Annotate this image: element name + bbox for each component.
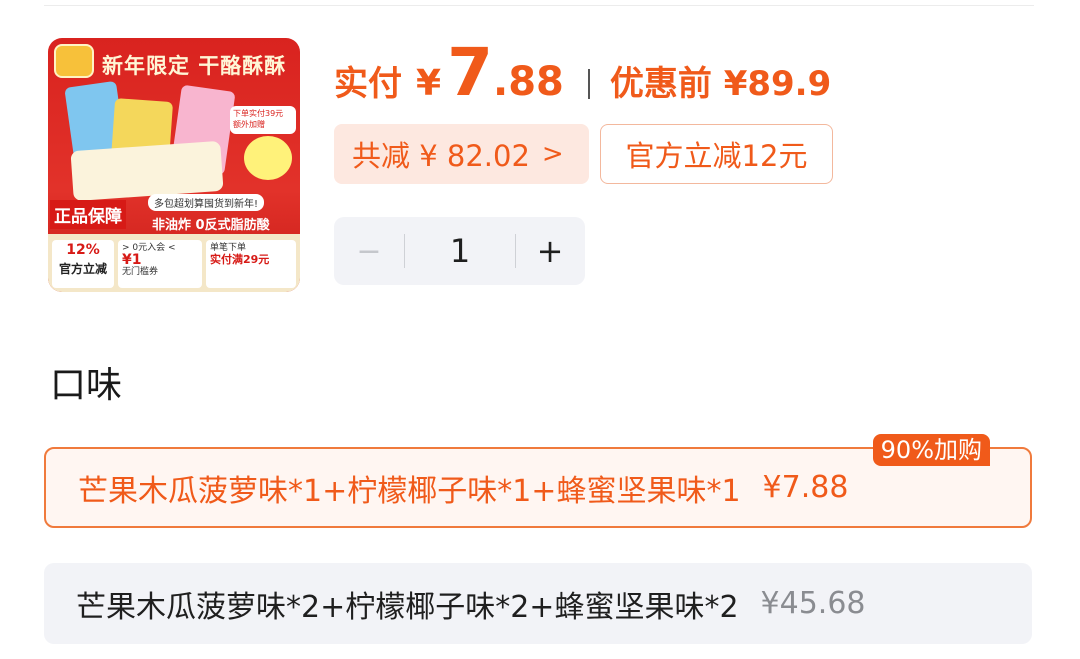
price-row: 实付 ¥ 7 .88 优惠前 ¥89.9	[334, 40, 831, 120]
image-coupon-box: > 0元入会 < ¥1 无门槛券	[118, 240, 202, 288]
price-decimal: .88	[493, 59, 564, 105]
cheese-gift-image	[244, 136, 292, 180]
product-image[interactable]: 新年限定 干酪酥酥 下单实付39元 额外加赠 多包超划算囤货到新年! 正品保障 …	[48, 38, 300, 292]
image-promo-value: 实付满29元	[210, 253, 270, 266]
brand-logo	[54, 44, 94, 78]
flavor-option-name: 芒果木瓜菠萝味*1+柠檬椰子味*1+蜂蜜坚果味*1	[78, 473, 741, 509]
original-price: 优惠前 ¥89.9	[609, 64, 832, 104]
image-guarantee-badge: 正品保障	[50, 200, 126, 229]
image-pct-label: 官方立减	[58, 262, 107, 276]
chevron-right-icon: >	[541, 139, 564, 169]
decrement-button[interactable]: −	[334, 234, 404, 269]
flavor-option-2[interactable]: 芒果木瓜菠萝味*2+柠檬椰子味*2+蜂蜜坚果味*2 ¥45.68	[44, 563, 1032, 644]
image-headline: 新年限定 干酪酥酥	[102, 54, 287, 78]
image-promo-top: 单笔下单	[210, 243, 247, 253]
flavor-option-price: ¥45.68	[760, 586, 866, 621]
top-divider	[44, 5, 1034, 6]
image-coupon-label: 无门槛券	[122, 267, 159, 277]
image-side-note: 下单实付39元 额外加赠	[230, 106, 296, 134]
flavor-section-title: 口味	[50, 365, 123, 406]
currency-symbol: ¥	[416, 63, 442, 104]
image-feature: 非油炸 0反式脂肪酸	[152, 218, 270, 233]
image-coupon-value: ¥1	[122, 252, 142, 268]
image-promo-box: 单笔下单 实付满29元	[206, 240, 296, 288]
quantity-stepper: − 1 +	[334, 217, 585, 285]
image-slogan: 多包超划算囤货到新年!	[148, 194, 265, 211]
add-to-cart-rate-badge: 90%加购	[872, 434, 990, 466]
image-pct-value: 12%	[66, 242, 100, 258]
increment-button[interactable]: +	[516, 232, 584, 270]
total-reduction-chip[interactable]: 共减 ¥ 82.02 >	[334, 124, 589, 184]
flavor-option-price: ¥7.88	[762, 470, 849, 505]
product-sweets	[70, 140, 224, 202]
official-discount-chip: 官方立减12元	[600, 124, 833, 184]
flavor-option-1[interactable]: 芒果木瓜菠萝味*1+柠檬椰子味*1+蜂蜜坚果味*1 ¥7.88 90%加购	[44, 434, 1032, 528]
total-reduction-label: 共减 ¥ 82.02	[352, 139, 530, 173]
price-separator	[587, 69, 590, 99]
price-integer: 7	[447, 34, 493, 111]
quantity-value[interactable]: 1	[405, 232, 515, 270]
pay-label: 实付	[334, 64, 402, 104]
flavor-option-name: 芒果木瓜菠萝味*2+柠檬椰子味*2+蜂蜜坚果味*2	[76, 589, 739, 625]
image-pct-box: 12% 官方立减	[52, 240, 114, 288]
